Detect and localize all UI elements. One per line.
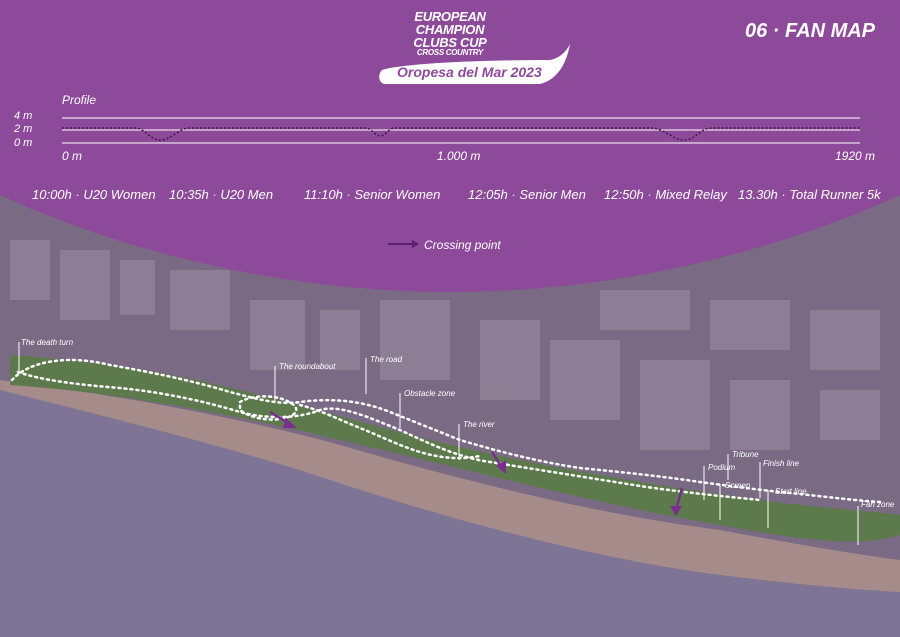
profile-x-tick-end: 1920 m (835, 149, 876, 163)
schedule-item: 13.30h · Total Runner 5k (738, 187, 881, 202)
map-label-roundabout: The roundabout (279, 362, 336, 371)
map-label-tribune: Tribune (732, 450, 759, 459)
logo-line-4: CROSS COUNTRY (416, 48, 484, 57)
location-title: Oropesa del Mar 2023 (397, 64, 542, 80)
schedule-item: 10:00h · U20 Women (32, 187, 156, 202)
map-label-obstacle-zone: Obstacle zone (404, 389, 456, 398)
schedule-item: 11:10h · Senior Women (304, 187, 441, 202)
map-label-screen: Screen (725, 481, 751, 490)
fan-map-illustration (0, 0, 900, 637)
map-label-fan-zone: Fan zone (861, 500, 895, 509)
schedule-item: 12:50h · Mixed Relay (604, 187, 727, 202)
profile-y-tick-0m: 0 m (14, 137, 33, 149)
profile-y-tick-4m: 4 m (14, 110, 33, 122)
map-label-death-turn: The death turn (21, 338, 74, 347)
map-label-start-line: Start line (775, 487, 807, 496)
profile-label: Profile (62, 93, 97, 107)
schedule-item: 12:05h · Senior Men (468, 187, 586, 202)
profile-y-tick-2m: 2 m (14, 123, 33, 135)
map-label-river: The river (463, 420, 495, 429)
profile-x-tick-mid: 1.000 m (437, 149, 481, 163)
map-label-podium: Podium (708, 463, 736, 472)
profile-x-tick-start: 0 m (62, 149, 83, 163)
page-title: 06 · FAN MAP (745, 20, 876, 42)
map-label-road: The road (370, 355, 403, 364)
crossing-point-legend-label: Crossing point (424, 238, 501, 252)
map-label-finish-line: Finish line (763, 459, 800, 468)
schedule-item: 10:35h · U20 Men (169, 187, 274, 202)
